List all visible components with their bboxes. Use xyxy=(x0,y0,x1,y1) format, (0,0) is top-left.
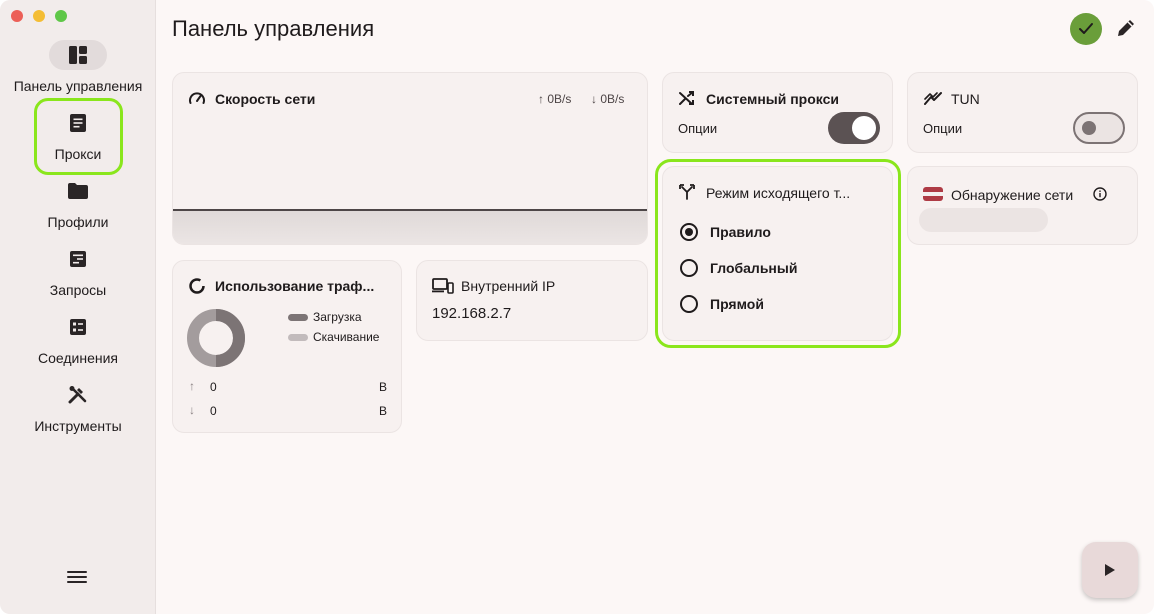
page-title: Панель управления xyxy=(172,16,375,41)
speed-title: Скорость сети xyxy=(215,91,316,107)
internal-ip-title: Внутренний IP xyxy=(461,278,556,294)
app-window: Панель управления Прокси Профили Запросы… xyxy=(0,0,1154,614)
play-icon xyxy=(1105,564,1115,576)
shuffle-icon xyxy=(679,91,694,105)
upload-speed: ↑ 0B/s xyxy=(538,92,572,106)
sidebar-item-tools[interactable]: Инструменты xyxy=(0,380,156,442)
sidebar-item-label: Запросы xyxy=(49,282,107,298)
start-button[interactable] xyxy=(1082,542,1138,598)
speedometer-icon xyxy=(189,92,205,104)
trend-icon xyxy=(924,92,942,105)
sidebar-item-profiles[interactable]: Профили xyxy=(0,176,156,238)
tun-toggle[interactable] xyxy=(1073,112,1125,144)
sidebar-item-label: Инструменты xyxy=(34,418,122,434)
download-total-unit: B xyxy=(379,404,388,418)
legend-download: Скачивание xyxy=(288,330,379,344)
system-proxy-toggle[interactable] xyxy=(828,112,880,144)
sidebar-item-connections[interactable]: Соединения xyxy=(0,312,156,374)
legend-download-swatch xyxy=(288,333,308,341)
download-total-value: 0 xyxy=(210,404,217,418)
window-minimize-button[interactable] xyxy=(33,10,45,22)
sidebar-item-label: Панель управления xyxy=(13,78,143,94)
legend-upload: Загрузка xyxy=(288,310,362,324)
check-icon xyxy=(1079,23,1093,34)
legend-upload-swatch xyxy=(288,313,308,321)
traffic-usage-title: Использование траф... xyxy=(215,278,375,294)
network-detection-card xyxy=(907,166,1138,245)
flag-icon xyxy=(923,187,943,201)
status-ok-button[interactable] xyxy=(1070,13,1102,45)
dashboard-icon xyxy=(49,40,107,70)
sidebar-item-label: Профили xyxy=(47,214,109,230)
sidebar-item-dashboard[interactable]: Панель управления xyxy=(0,40,156,102)
sidebar: Панель управления Прокси Профили Запросы… xyxy=(0,0,156,614)
menu-icon[interactable] xyxy=(67,571,87,587)
network-detection-title: Обнаружение сети xyxy=(951,187,1074,203)
up-arrow-icon: ↑ xyxy=(189,379,195,393)
tools-icon xyxy=(49,380,107,410)
system-proxy-options-label[interactable]: Опции xyxy=(678,121,717,136)
sidebar-item-requests[interactable]: Запросы xyxy=(0,244,156,306)
edit-button[interactable] xyxy=(1114,16,1138,40)
window-zoom-button[interactable] xyxy=(55,10,67,22)
down-arrow-icon: ↓ xyxy=(189,403,195,417)
toggle-knob xyxy=(1082,121,1096,135)
pencil-icon xyxy=(1118,20,1134,36)
upload-total-value: 0 xyxy=(210,380,217,394)
network-detection-loading-placeholder xyxy=(919,208,1048,232)
download-speed: ↓ 0B/s xyxy=(591,92,625,106)
legend-upload-label: Загрузка xyxy=(313,310,362,324)
folder-icon xyxy=(49,176,107,206)
highlight-outbound-mode xyxy=(655,159,901,348)
system-proxy-title: Системный прокси xyxy=(706,91,839,107)
speed-graph xyxy=(173,209,647,244)
internal-ip-value: 192.168.2.7 xyxy=(432,305,512,322)
window-close-button[interactable] xyxy=(11,10,23,22)
internal-ip-card xyxy=(416,260,648,341)
upload-total-unit: B xyxy=(379,380,388,394)
connections-icon xyxy=(49,312,107,342)
requests-icon xyxy=(49,244,107,274)
legend-download-label: Скачивание xyxy=(313,330,380,344)
tun-title: TUN xyxy=(951,91,980,107)
devices-icon xyxy=(432,278,454,294)
highlight-proxies xyxy=(34,98,123,175)
sidebar-item-label: Соединения xyxy=(37,350,118,366)
tun-options-label[interactable]: Опции xyxy=(923,121,962,136)
toggle-knob xyxy=(852,116,876,140)
traffic-donut-chart xyxy=(187,309,245,367)
info-icon[interactable] xyxy=(1093,187,1107,201)
circle-progress-icon xyxy=(189,278,205,294)
